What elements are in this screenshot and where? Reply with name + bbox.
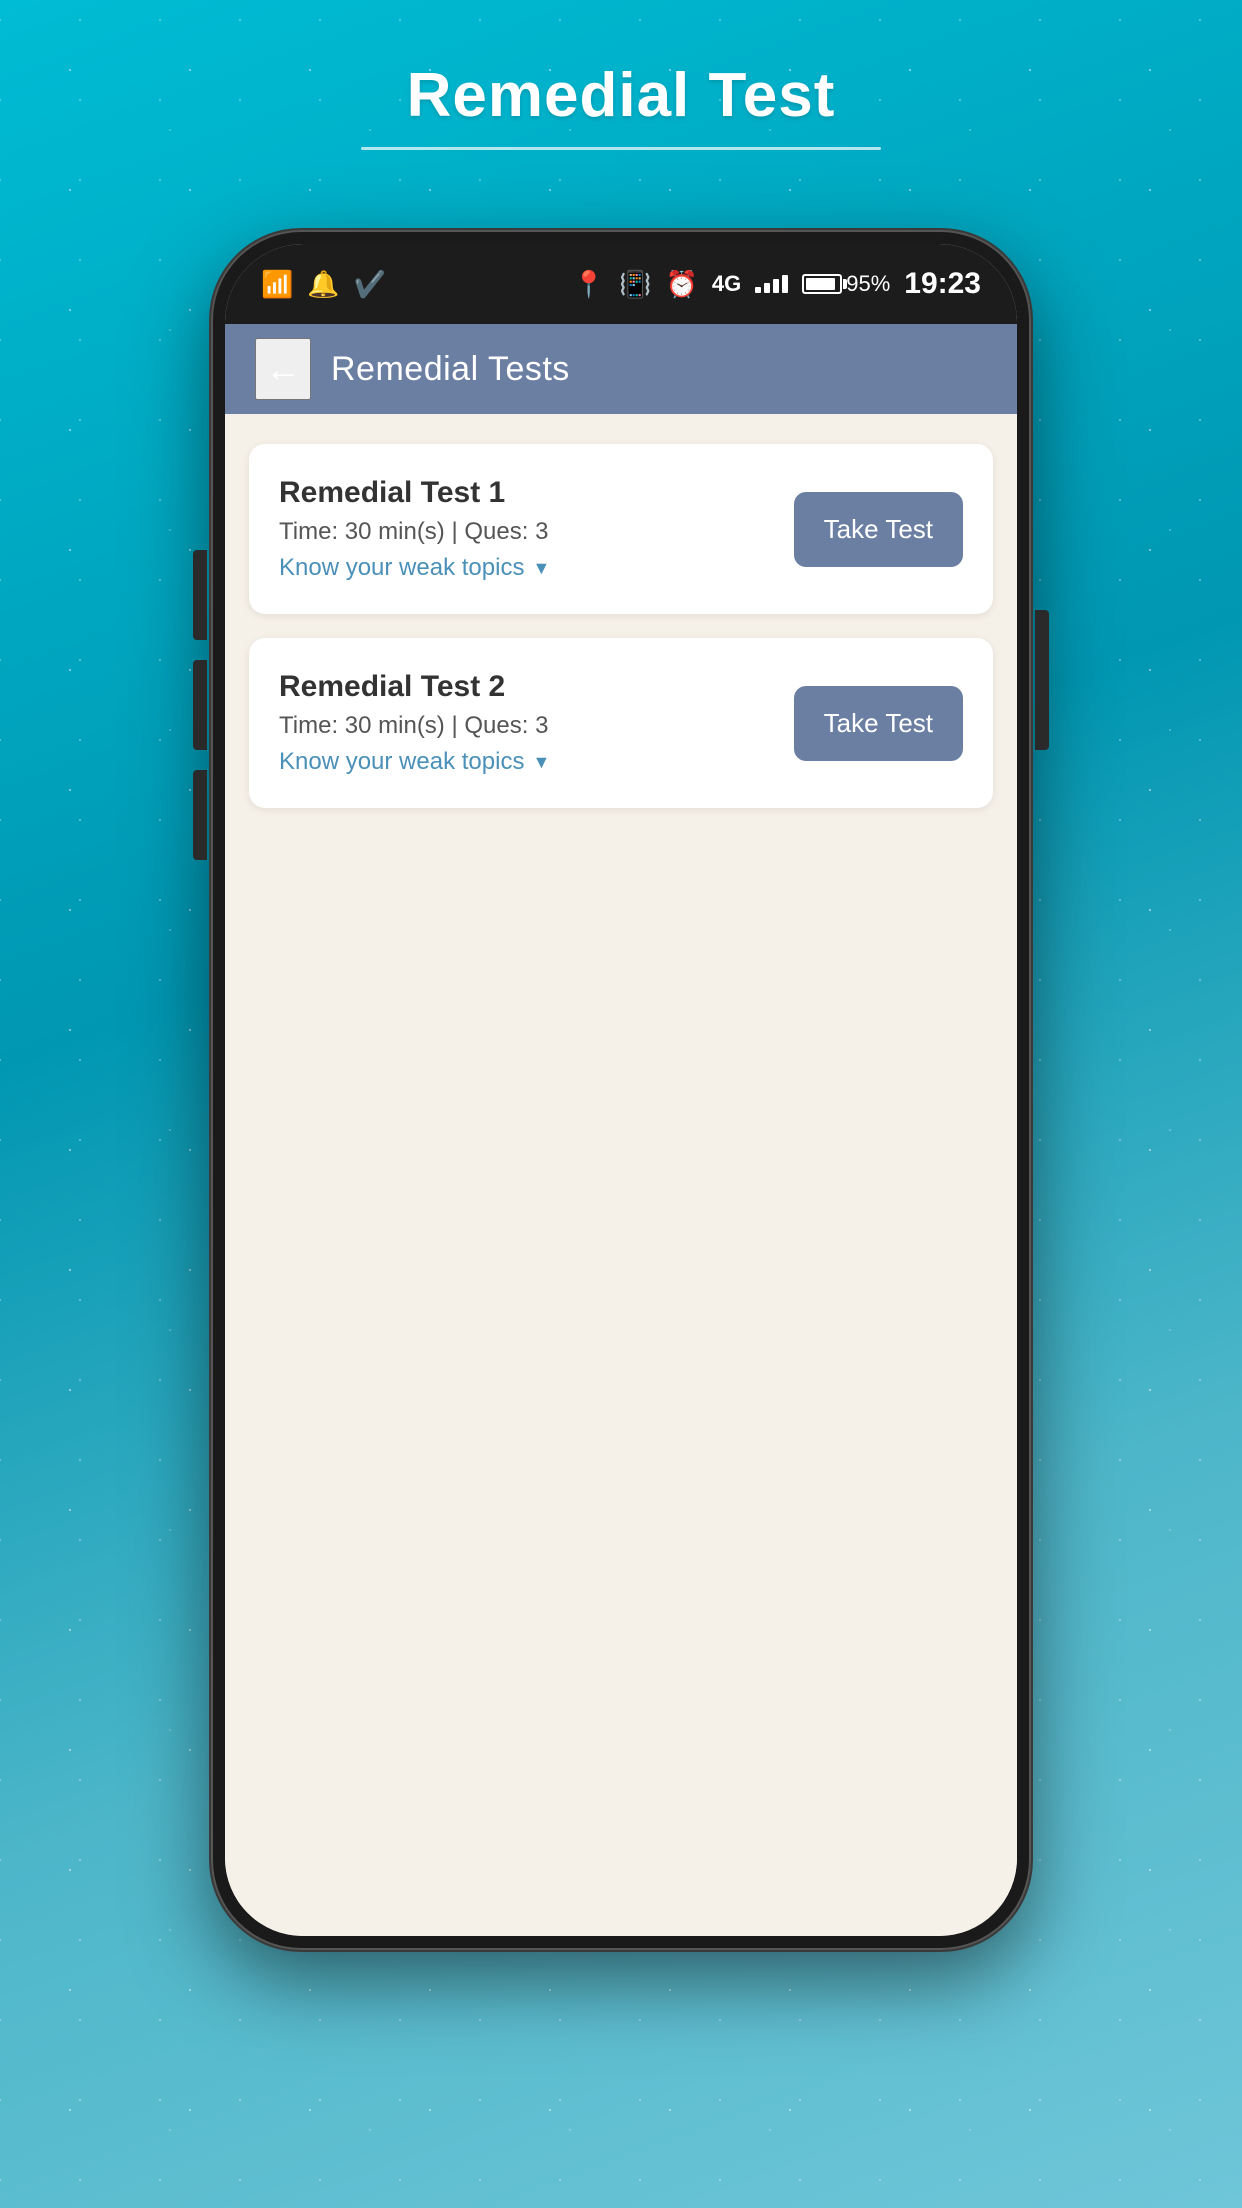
network-type: 4G [712, 271, 741, 297]
take-test-2-button[interactable]: Take Test [794, 686, 963, 761]
test-1-title: Remedial Test 1 [279, 476, 550, 510]
test-2-weak-topics[interactable]: Know your weak topics ▼ [279, 748, 550, 776]
status-time: 19:23 [904, 267, 981, 301]
test-1-meta: Time: 30 min(s) | Ques: 3 [279, 518, 550, 546]
test-2-meta: Time: 30 min(s) | Ques: 3 [279, 712, 550, 740]
test-1-dropdown-icon: ▼ [532, 558, 550, 579]
test-2-title: Remedial Test 2 [279, 670, 550, 704]
test-card-1: Remedial Test 1 Time: 30 min(s) | Ques: … [249, 444, 993, 614]
take-test-1-button[interactable]: Take Test [794, 492, 963, 567]
signal-bar-1 [755, 287, 761, 293]
test-card-2-info: Remedial Test 2 Time: 30 min(s) | Ques: … [279, 670, 550, 776]
signal-bars [755, 275, 788, 293]
phone-screen: 📶 🔔 ✔️ 📍 📳 ⏰ 4G [225, 244, 1017, 1936]
app-header-title: Remedial Tests [331, 350, 570, 389]
signal-bar-2 [764, 283, 770, 293]
app-header: ← Remedial Tests [225, 324, 1017, 414]
test-1-weak-label: Know your weak topics [279, 554, 524, 582]
wifi-icon: 📶 [261, 269, 293, 300]
status-bar: 📶 🔔 ✔️ 📍 📳 ⏰ 4G [225, 244, 1017, 324]
status-right-icons: 📍 📳 ⏰ 4G 95% [573, 267, 981, 301]
status-left-icons: 📶 🔔 ✔️ [261, 269, 386, 300]
phone-frame: 📶 🔔 ✔️ 📍 📳 ⏰ 4G [211, 230, 1031, 1950]
content-area: Remedial Test 1 Time: 30 min(s) | Ques: … [225, 414, 1017, 1936]
battery-container: 95% [802, 271, 890, 297]
phone-wrapper: 📶 🔔 ✔️ 📍 📳 ⏰ 4G [211, 230, 1031, 1950]
check-icon: ✔️ [354, 269, 386, 300]
alarm-icon: ⏰ [665, 269, 697, 300]
vibrate-icon: 📳 [619, 269, 651, 300]
test-card-1-info: Remedial Test 1 Time: 30 min(s) | Ques: … [279, 476, 550, 582]
signal-bar-3 [773, 279, 779, 293]
battery-percent: 95% [846, 271, 890, 297]
back-button[interactable]: ← [255, 338, 311, 400]
test-2-dropdown-icon: ▼ [532, 752, 550, 773]
test-1-weak-topics[interactable]: Know your weak topics ▼ [279, 554, 550, 582]
title-underline [361, 147, 881, 150]
test-card-2: Remedial Test 2 Time: 30 min(s) | Ques: … [249, 638, 993, 808]
battery-fill [806, 278, 835, 290]
test-2-weak-label: Know your weak topics [279, 748, 524, 776]
page-title-section: Remedial Test [361, 60, 881, 150]
location-icon: 📍 [573, 269, 605, 300]
signal-bar-4 [782, 275, 788, 293]
notification-icon: 🔔 [307, 269, 339, 300]
battery-body [802, 274, 842, 294]
page-title: Remedial Test [407, 60, 836, 131]
